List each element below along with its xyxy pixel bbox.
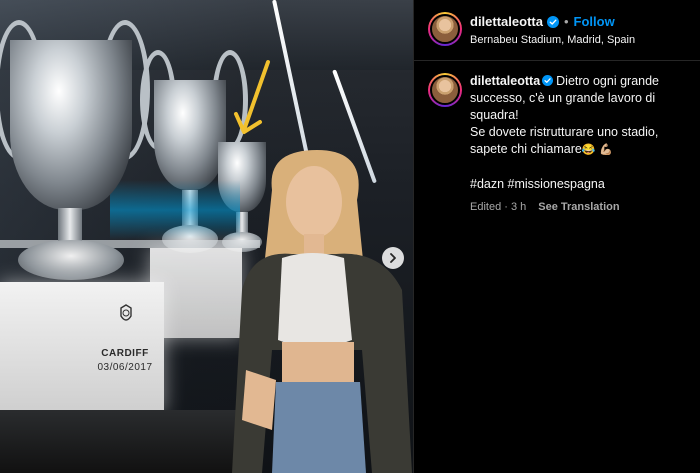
verified-badge-icon <box>542 75 554 86</box>
post-header: dilettaleotta • Follow Bernabeu Stadium,… <box>414 0 700 61</box>
hashtags[interactable]: #dazn #missionespagna <box>470 176 692 193</box>
username-link[interactable]: dilettaleotta <box>470 14 543 29</box>
next-photo-button[interactable] <box>382 247 404 269</box>
verified-badge-icon <box>546 15 559 28</box>
see-translation-button[interactable]: See Translation <box>538 201 619 213</box>
pedestal-date: 03/06/2017 <box>97 362 153 373</box>
caption-meta: Edited · 3 h See Translation <box>470 201 687 213</box>
trophy <box>0 0 150 290</box>
avatar[interactable] <box>428 73 462 107</box>
person-figure <box>232 150 412 473</box>
chevron-right-icon <box>390 253 396 263</box>
pedestal-label: CARDIFF <box>101 348 149 359</box>
crest-icon <box>120 304 132 321</box>
location-link[interactable]: Bernabeu Stadium, Madrid, Spain <box>470 34 635 46</box>
caption-body: dilettaleotta Dietro ogni grande successo… <box>470 73 692 193</box>
caption-line-2: Se dovete ristrutturare uno stadio, sape… <box>470 125 659 156</box>
caption-username[interactable]: dilettaleotta <box>470 74 540 88</box>
avatar[interactable] <box>428 12 462 46</box>
arrow-icon <box>234 60 270 134</box>
header-user-row: dilettaleotta • Follow <box>470 14 615 29</box>
laughing-emoji-icon: 😂 <box>581 144 596 156</box>
post-side-panel: dilettaleotta • Follow Bernabeu Stadium,… <box>413 0 700 473</box>
post-photo[interactable]: CARDIFF 03/06/2017 <box>0 0 413 473</box>
flexed-bicep-emoji-icon: 💪🏼 <box>599 144 613 156</box>
instagram-post-view: CARDIFF 03/06/2017 dilettaleotta • Follo… <box>0 0 700 473</box>
edited-timestamp: Edited · 3 h <box>470 201 527 213</box>
separator-dot: • <box>563 14 569 29</box>
caption-comment: dilettaleotta Dietro ogni grande successo… <box>414 61 700 213</box>
floor <box>0 410 240 473</box>
pedestal: CARDIFF 03/06/2017 <box>0 282 164 412</box>
follow-button[interactable]: Follow <box>574 14 615 29</box>
